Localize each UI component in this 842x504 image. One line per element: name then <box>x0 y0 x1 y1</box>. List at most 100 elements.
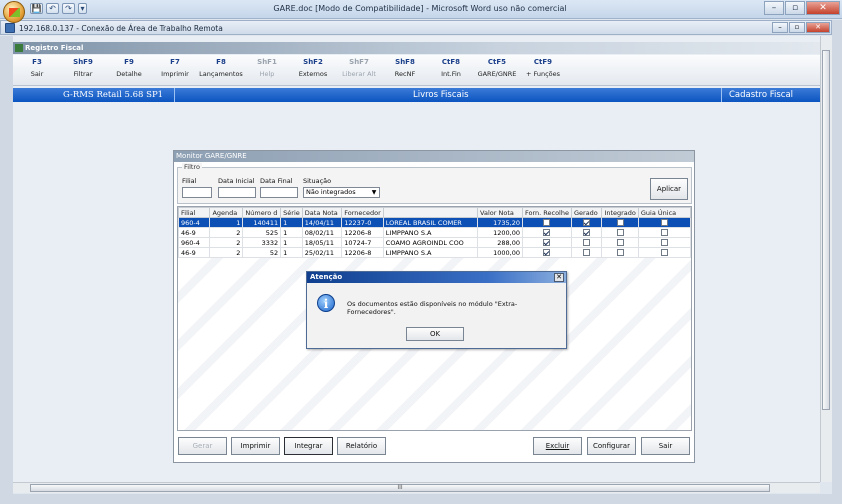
aplicar-button[interactable]: Aplicar <box>650 178 688 200</box>
column-header[interactable]: Gerado <box>570 207 603 218</box>
column-header[interactable]: Data Nota <box>301 207 343 218</box>
situacao-select[interactable]: Não integrados ▼ <box>303 187 380 198</box>
button-label: Imprimir <box>161 70 189 78</box>
column-header-fornecedor-nome[interactable] <box>382 207 479 218</box>
cell-fornecedor-codigo: 12206-8 <box>341 227 384 238</box>
toolbar-recnf-button[interactable]: ShF8 RecNF <box>383 58 427 78</box>
cell-serie: 1 <box>280 237 303 248</box>
cell-numero: 140411 <box>242 217 282 228</box>
table-row[interactable]: 46-9 2 525 1 08/02/11 12206-8 LIMPPANO S… <box>178 227 691 238</box>
imprimir-button[interactable]: Imprimir <box>231 437 280 455</box>
column-header[interactable]: Número d <box>242 207 282 218</box>
integrado-checkbox[interactable] <box>616 239 624 246</box>
toolbar-intfin-button[interactable]: CtF8 Int.Fin <box>429 58 473 78</box>
cell-filial: 960-4 <box>178 217 211 228</box>
column-header[interactable]: Série <box>280 207 303 218</box>
cell-guia-unica <box>637 227 691 238</box>
column-header[interactable]: Agenda <box>209 207 244 218</box>
cell-forn-recolhe <box>521 237 572 248</box>
gerado-checkbox[interactable] <box>583 239 591 246</box>
toolbar-mais-funcoes-button[interactable]: CtF9 + Funções <box>521 58 565 78</box>
toolbar-gare-gnre-button[interactable]: CtF5 GARE/GNRE <box>475 58 519 78</box>
integrado-checkbox[interactable] <box>616 249 624 256</box>
key-label: ShF8 <box>395 58 415 66</box>
data-final-input[interactable] <box>260 187 298 198</box>
gerado-checkbox[interactable] <box>583 249 591 256</box>
word-close-button[interactable]: ✕ <box>806 1 840 15</box>
guia-unica-checkbox[interactable] <box>660 249 668 256</box>
table-row[interactable]: 960-4 2 3332 1 18/05/11 10724-7 COAMO AG… <box>178 237 691 248</box>
excluir-button[interactable]: Excluir <box>533 437 582 455</box>
toolbar-sair-button[interactable]: F3 Sair <box>15 58 59 78</box>
attention-dialog-title: Atenção <box>307 272 566 283</box>
forn-recolhe-checkbox[interactable] <box>543 249 551 256</box>
column-header[interactable]: Integrado <box>601 207 639 218</box>
integrado-checkbox[interactable] <box>616 219 624 226</box>
cell-valor: 1000,00 <box>477 247 523 258</box>
table-row[interactable]: 960-4 1 140411 1 14/04/11 12237-0 LOREAL… <box>178 217 691 228</box>
forn-recolhe-checkbox[interactable] <box>543 219 551 226</box>
sair-button[interactable]: Sair <box>641 437 690 455</box>
dropdown-arrow-icon[interactable]: ▼ <box>370 189 378 196</box>
toolbar-lancamentos-button[interactable]: F8 Lançamentos <box>199 58 243 78</box>
guia-unica-checkbox[interactable] <box>660 239 668 246</box>
cell-fornecedor-codigo: 12206-8 <box>341 247 384 258</box>
ok-button[interactable]: OK <box>406 327 464 341</box>
column-header[interactable]: Valor Nota <box>477 207 523 218</box>
cell-integrado <box>601 247 639 258</box>
rdp-minimize-button[interactable]: – <box>772 22 788 33</box>
redo-icon[interactable]: ↷ <box>62 3 75 14</box>
cell-valor: 1200,00 <box>477 227 523 238</box>
column-header[interactable]: Forn. Recolhe <box>521 207 572 218</box>
gerado-checkbox[interactable] <box>583 229 591 236</box>
toolbar-imprimir-button[interactable]: F7 Imprimir <box>153 58 197 78</box>
cell-numero: 3332 <box>242 237 282 248</box>
integrar-button[interactable]: Integrar <box>284 437 333 455</box>
vertical-scroll-thumb[interactable] <box>822 50 830 410</box>
data-inicial-input[interactable] <box>218 187 256 198</box>
toolbar-filtrar-button[interactable]: ShF9 Filtrar <box>61 58 105 78</box>
cell-agenda: 2 <box>209 237 244 248</box>
button-label: Help <box>259 70 275 78</box>
cell-gerado <box>570 247 603 258</box>
gerado-checkbox[interactable] <box>583 219 591 226</box>
column-header[interactable]: Filial <box>178 207 211 218</box>
office-button-icon[interactable] <box>3 1 25 23</box>
filial-input[interactable] <box>182 187 212 198</box>
remote-desktop-icon <box>5 23 15 33</box>
key-label: ShF7 <box>349 58 369 66</box>
relatorio-button[interactable]: Relatório <box>337 437 386 455</box>
table-row[interactable]: 46-9 2 52 1 25/02/11 12206-8 LIMPPANO S.… <box>178 247 691 258</box>
toolbar-help-button[interactable]: ShF1 Help <box>245 58 289 78</box>
key-label: F7 <box>170 58 180 66</box>
module-name: Livros Fiscais <box>413 90 469 100</box>
section-name: Cadastro Fiscal <box>729 90 794 100</box>
cell-numero: 52 <box>242 247 282 258</box>
undo-icon[interactable]: ↶ <box>46 3 59 14</box>
toolbar-liberar-alt-button[interactable]: ShF7 Liberar Alt <box>337 58 381 78</box>
toolbar-detalhe-button[interactable]: F9 Detalhe <box>107 58 151 78</box>
key-label: F9 <box>124 58 134 66</box>
word-maximize-button[interactable]: ▫ <box>785 1 805 15</box>
cell-valor: 1735,20 <box>477 217 523 228</box>
forn-recolhe-checkbox[interactable] <box>543 239 551 246</box>
forn-recolhe-checkbox[interactable] <box>543 229 551 236</box>
guia-unica-checkbox[interactable] <box>660 229 668 236</box>
guia-unica-checkbox[interactable] <box>660 219 668 226</box>
customize-toolbar-icon[interactable]: ▾ <box>78 3 87 14</box>
rdp-close-button[interactable]: ✕ <box>806 22 830 33</box>
toolbar-externos-button[interactable]: ShF2 Externos <box>291 58 335 78</box>
configurar-button[interactable]: Configurar <box>587 437 636 455</box>
integrado-checkbox[interactable] <box>616 229 624 236</box>
column-header[interactable]: Fornecedor <box>341 207 384 218</box>
close-icon[interactable]: ✕ <box>554 273 564 282</box>
window-frame-right <box>832 20 842 504</box>
save-icon[interactable]: 💾 <box>30 3 43 14</box>
rdp-maximize-button[interactable]: ▫ <box>789 22 805 33</box>
button-label: Lançamentos <box>199 70 243 78</box>
gerar-button[interactable]: Gerar <box>178 437 227 455</box>
button-label: Sair <box>30 70 44 78</box>
column-header[interactable]: Guia Única <box>637 207 691 218</box>
word-minimize-button[interactable]: – <box>764 1 784 15</box>
horizontal-scroll-thumb[interactable]: III <box>30 484 770 492</box>
